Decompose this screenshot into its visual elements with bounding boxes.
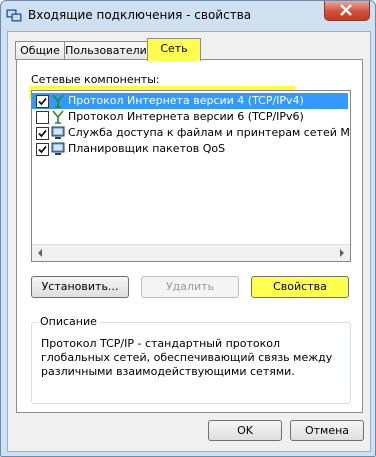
description-text: Протокол TCP/IP - стандартный протокол г… — [41, 337, 333, 378]
ok-button[interactable]: OK — [208, 420, 282, 441]
network-protocol-icon — [52, 110, 64, 124]
components-label: Сетевые компоненты: — [31, 73, 160, 86]
scroll-left-icon[interactable] — [32, 245, 48, 261]
components-list[interactable]: Протокол Интернета версии 4 (TCP/IPv4) П… — [31, 90, 351, 262]
properties-button[interactable]: Свойства — [251, 276, 349, 298]
ipv6-checkbox[interactable] — [36, 111, 49, 124]
remove-button: Удалить — [141, 276, 239, 298]
network-service-icon — [51, 126, 65, 139]
window-title: Входящие подключения - свойства — [28, 8, 252, 22]
ipv6-label: Протокол Интернета версии 6 (TCP/IPv6) — [68, 110, 304, 123]
tab-network-label: Сеть — [160, 42, 188, 55]
description-group: Описание Протокол TCP/IP - стандартный п… — [31, 315, 351, 404]
tab-users[interactable]: Пользователи — [64, 41, 148, 60]
close-icon — [340, 4, 352, 16]
ipv4-checkbox[interactable] — [36, 95, 49, 108]
qos-checkbox[interactable] — [36, 143, 49, 156]
file-sharing-checkbox[interactable] — [36, 127, 49, 140]
list-item-ipv6[interactable]: Протокол Интернета версии 6 (TCP/IPv6) — [32, 109, 348, 125]
file-sharing-label: Служба доступа к файлам и принтерам сете… — [68, 126, 350, 139]
tab-general-label: Общие — [20, 44, 60, 57]
network-protocol-icon — [52, 94, 64, 108]
close-button[interactable] — [324, 1, 370, 21]
cancel-button[interactable]: Отмена — [290, 420, 364, 441]
tab-general[interactable]: Общие — [15, 41, 65, 60]
dialog-client-area: Общие Пользователи Сеть Сетевые компонен… — [7, 31, 371, 452]
network-tab-panel: Сетевые компоненты: Протокол Интернета в… — [16, 59, 363, 413]
checkmark-icon — [38, 129, 47, 138]
list-item-ipv4[interactable]: Протокол Интернета версии 4 (TCP/IPv4) — [32, 93, 348, 109]
qos-label: Планировщик пакетов QoS — [68, 142, 226, 155]
checkmark-icon — [38, 145, 47, 154]
properties-window: Входящие подключения - свойства Общие По… — [0, 0, 376, 457]
description-title: Описание — [38, 315, 99, 328]
network-service-icon — [51, 142, 65, 155]
network-connections-icon — [6, 9, 22, 22]
tab-network[interactable]: Сеть — [147, 38, 201, 61]
scroll-right-icon[interactable] — [334, 245, 350, 261]
ipv4-label: Протокол Интернета версии 4 (TCP/IPv4) — [68, 94, 304, 107]
tab-users-label: Пользователи — [65, 44, 147, 57]
title-bar[interactable]: Входящие подключения - свойства — [1, 1, 375, 29]
list-item-file-sharing[interactable]: Служба доступа к файлам и принтерам сете… — [32, 125, 350, 141]
install-button[interactable]: Установить... — [31, 276, 129, 298]
list-item-qos[interactable]: Планировщик пакетов QoS — [32, 141, 348, 157]
horizontal-scrollbar[interactable] — [32, 244, 350, 261]
checkmark-icon — [38, 97, 47, 106]
